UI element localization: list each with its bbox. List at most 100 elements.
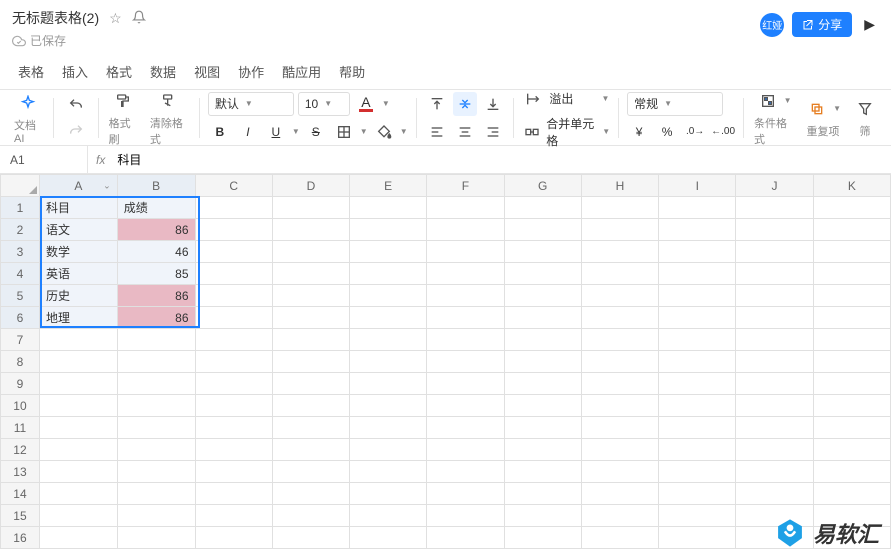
- cond-format-icon[interactable]: [756, 89, 780, 113]
- cell-C10[interactable]: [195, 395, 272, 417]
- cell-J5[interactable]: [736, 285, 813, 307]
- cell-E2[interactable]: [350, 219, 427, 241]
- spreadsheet-grid[interactable]: A⌄BCDEFGHIJK1科目成绩2语文863数学464英语855历史866地理…: [0, 174, 891, 549]
- cell-A6[interactable]: 地理: [39, 307, 117, 329]
- cell-C1[interactable]: [195, 197, 272, 219]
- row-header-12[interactable]: 12: [1, 439, 40, 461]
- cell-E13[interactable]: [350, 461, 427, 483]
- number-format-select[interactable]: 常规▼: [627, 92, 723, 116]
- menu-酷应用[interactable]: 酷应用: [282, 62, 321, 81]
- cell-K8[interactable]: [813, 351, 890, 373]
- cell-D2[interactable]: [272, 219, 349, 241]
- duplicates-icon[interactable]: [805, 97, 829, 121]
- cell-I1[interactable]: [659, 197, 736, 219]
- row-header-14[interactable]: 14: [1, 483, 40, 505]
- cell-K2[interactable]: [813, 219, 890, 241]
- cell-E11[interactable]: [350, 417, 427, 439]
- cell-A14[interactable]: [39, 483, 117, 505]
- cell-C9[interactable]: [195, 373, 272, 395]
- cell-F10[interactable]: [427, 395, 504, 417]
- cell-E9[interactable]: [350, 373, 427, 395]
- cell-H9[interactable]: [581, 373, 658, 395]
- cell-G2[interactable]: [504, 219, 581, 241]
- cell-B7[interactable]: [117, 329, 195, 351]
- cell-I14[interactable]: [659, 483, 736, 505]
- cell-C5[interactable]: [195, 285, 272, 307]
- cell-I4[interactable]: [659, 263, 736, 285]
- cell-E6[interactable]: [350, 307, 427, 329]
- name-box[interactable]: A1: [0, 146, 88, 173]
- cell-A8[interactable]: [39, 351, 117, 373]
- cell-C8[interactable]: [195, 351, 272, 373]
- cell-C3[interactable]: [195, 241, 272, 263]
- align-center-icon[interactable]: [453, 120, 477, 144]
- cell-F5[interactable]: [427, 285, 504, 307]
- cell-J12[interactable]: [736, 439, 813, 461]
- cell-F14[interactable]: [427, 483, 504, 505]
- col-header-K[interactable]: K: [813, 175, 890, 197]
- cell-E8[interactable]: [350, 351, 427, 373]
- cell-F8[interactable]: [427, 351, 504, 373]
- col-header-F[interactable]: F: [427, 175, 504, 197]
- cell-K10[interactable]: [813, 395, 890, 417]
- cell-C12[interactable]: [195, 439, 272, 461]
- cell-H8[interactable]: [581, 351, 658, 373]
- cell-J11[interactable]: [736, 417, 813, 439]
- cell-C2[interactable]: [195, 219, 272, 241]
- cell-I9[interactable]: [659, 373, 736, 395]
- cell-D3[interactable]: [272, 241, 349, 263]
- cell-K11[interactable]: [813, 417, 890, 439]
- cell-J4[interactable]: [736, 263, 813, 285]
- overflow-icon[interactable]: [521, 87, 545, 111]
- cell-K13[interactable]: [813, 461, 890, 483]
- strike-button[interactable]: S: [304, 120, 328, 144]
- valign-bottom-icon[interactable]: [481, 92, 505, 116]
- cell-K7[interactable]: [813, 329, 890, 351]
- cell-C4[interactable]: [195, 263, 272, 285]
- cell-F9[interactable]: [427, 373, 504, 395]
- cell-B10[interactable]: [117, 395, 195, 417]
- cell-F7[interactable]: [427, 329, 504, 351]
- cell-E7[interactable]: [350, 329, 427, 351]
- menu-视图[interactable]: 视图: [194, 62, 220, 81]
- cell-H16[interactable]: [581, 527, 658, 549]
- cell-A9[interactable]: [39, 373, 117, 395]
- row-header-7[interactable]: 7: [1, 329, 40, 351]
- cell-G12[interactable]: [504, 439, 581, 461]
- cell-F3[interactable]: [427, 241, 504, 263]
- cell-K3[interactable]: [813, 241, 890, 263]
- col-header-A[interactable]: A⌄: [39, 175, 117, 197]
- dec-increase-icon[interactable]: ←.00: [711, 120, 735, 144]
- menu-格式[interactable]: 格式: [106, 62, 132, 81]
- cell-F12[interactable]: [427, 439, 504, 461]
- cell-K5[interactable]: [813, 285, 890, 307]
- cell-D15[interactable]: [272, 505, 349, 527]
- doc-ai-icon[interactable]: [16, 91, 40, 115]
- cell-A7[interactable]: [39, 329, 117, 351]
- col-header-G[interactable]: G: [504, 175, 581, 197]
- cell-C16[interactable]: [195, 527, 272, 549]
- cell-G7[interactable]: [504, 329, 581, 351]
- row-header-13[interactable]: 13: [1, 461, 40, 483]
- cell-J3[interactable]: [736, 241, 813, 263]
- cell-G3[interactable]: [504, 241, 581, 263]
- cell-D4[interactable]: [272, 263, 349, 285]
- cell-B15[interactable]: [117, 505, 195, 527]
- cell-J7[interactable]: [736, 329, 813, 351]
- italic-button[interactable]: I: [236, 120, 260, 144]
- cell-D11[interactable]: [272, 417, 349, 439]
- cell-K14[interactable]: [813, 483, 890, 505]
- cell-I12[interactable]: [659, 439, 736, 461]
- cell-D6[interactable]: [272, 307, 349, 329]
- dec-decrease-icon[interactable]: .0→: [683, 120, 707, 144]
- cell-B16[interactable]: [117, 527, 195, 549]
- cell-B3[interactable]: 46: [117, 241, 195, 263]
- cell-G6[interactable]: [504, 307, 581, 329]
- cell-E4[interactable]: [350, 263, 427, 285]
- cell-H7[interactable]: [581, 329, 658, 351]
- row-header-1[interactable]: 1: [1, 197, 40, 219]
- row-header-3[interactable]: 3: [1, 241, 40, 263]
- cell-C13[interactable]: [195, 461, 272, 483]
- cell-B14[interactable]: [117, 483, 195, 505]
- cell-J14[interactable]: [736, 483, 813, 505]
